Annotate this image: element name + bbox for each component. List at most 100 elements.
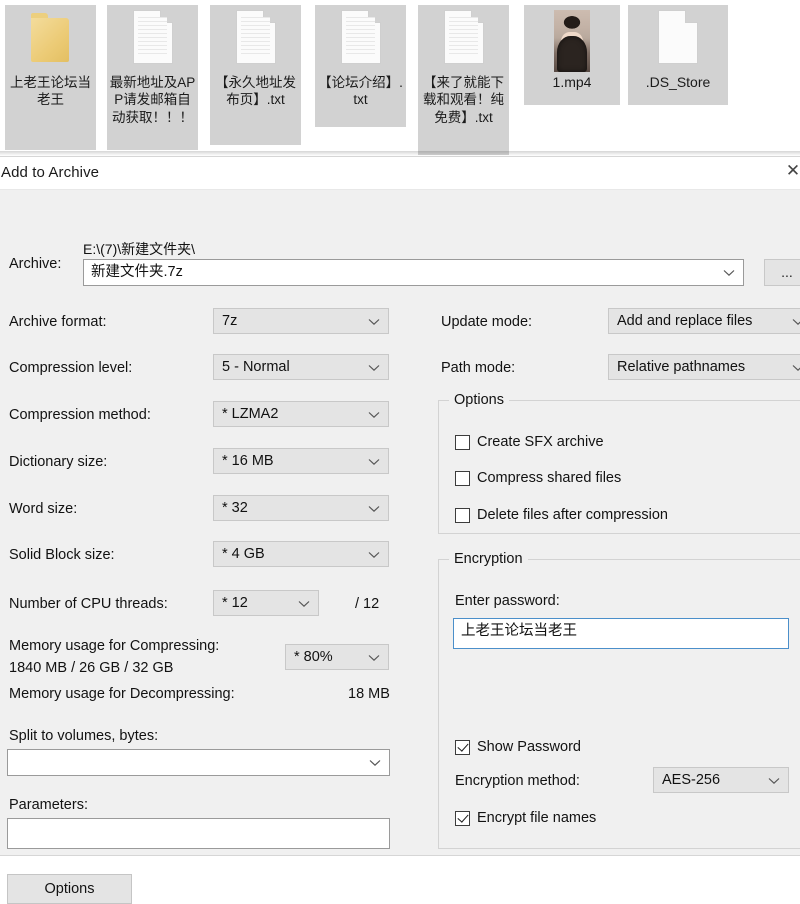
chevron-down-icon	[368, 645, 380, 669]
encryption-method-label: Encryption method:	[455, 773, 580, 789]
word-size-label: Word size:	[9, 501, 78, 517]
path-mode-value: Relative pathnames	[617, 359, 746, 375]
checkbox-label: Delete files after compression	[477, 507, 668, 523]
archive-name-combobox[interactable]: 新建文件夹.7z	[83, 259, 744, 286]
dictionary-size-combobox[interactable]: * 16 MB	[213, 448, 389, 474]
file-icon-wrap	[418, 5, 509, 73]
archive-name-value: 新建文件夹.7z	[91, 264, 183, 280]
file-icon-wrap	[210, 5, 301, 73]
file-label: 最新地址及APP请发邮箱自动获取！！！	[109, 75, 196, 125]
text-document-icon	[443, 10, 484, 64]
file-tile[interactable]: 上老王论坛当老王	[5, 5, 96, 150]
explorer-file-strip: 上老王论坛当老王 最新地址及APP请发邮箱自动获取！！！ 【永久地址发布页】.t…	[0, 0, 800, 160]
encryption-method-combobox[interactable]: AES-256	[653, 767, 789, 793]
file-icon-wrap	[315, 5, 406, 73]
cpu-threads-label: Number of CPU threads:	[9, 596, 168, 612]
password-value: 上老王论坛当老王	[461, 623, 577, 639]
options-button[interactable]: Options	[7, 874, 132, 904]
checkbox-box	[455, 739, 470, 755]
cpu-threads-max: / 12	[355, 596, 380, 612]
file-label: 1.mp4	[552, 74, 592, 90]
dictionary-size-value: * 16 MB	[222, 453, 274, 469]
archive-format-label: Archive format:	[9, 314, 107, 330]
memory-compress-label: Memory usage for Compressing:	[9, 638, 220, 654]
enter-password-label: Enter password:	[455, 593, 560, 609]
update-mode-combobox[interactable]: Add and replace files	[608, 308, 800, 334]
cpu-threads-combobox[interactable]: * 12	[213, 590, 319, 616]
options-group-title: Options	[449, 392, 509, 408]
video-thumbnail-icon	[554, 10, 590, 72]
file-tile[interactable]: 1.mp4	[524, 5, 620, 105]
parameters-input[interactable]	[7, 818, 390, 849]
blank-document-icon	[658, 10, 698, 64]
chevron-down-icon	[368, 309, 380, 333]
close-icon[interactable]: ✕	[781, 159, 800, 183]
password-input[interactable]: 上老王论坛当老王	[453, 618, 789, 649]
file-label: 【论坛介绍】.txt	[318, 75, 403, 108]
file-label: 上老王论坛当老王	[10, 75, 91, 108]
file-tile[interactable]: 【永久地址发布页】.txt	[210, 5, 301, 145]
chevron-down-icon	[768, 768, 780, 792]
checkbox-label: Compress shared files	[477, 470, 622, 486]
text-document-icon	[340, 10, 381, 64]
memory-usage-combobox[interactable]: * 80%	[285, 644, 389, 670]
word-size-combobox[interactable]: * 32	[213, 495, 389, 521]
solid-block-size-label: Solid Block size:	[9, 547, 115, 563]
chevron-down-icon	[368, 542, 380, 566]
cpu-threads-value: * 12	[222, 595, 248, 611]
solid-block-size-combobox[interactable]: * 4 GB	[213, 541, 389, 567]
compression-level-label: Compression level:	[9, 360, 133, 376]
file-tile[interactable]: .DS_Store	[628, 5, 728, 105]
split-volumes-combobox[interactable]	[7, 749, 390, 776]
path-mode-combobox[interactable]: Relative pathnames	[608, 354, 800, 380]
file-icon-wrap	[5, 5, 96, 73]
checkbox-box	[455, 507, 470, 523]
memory-decompress-value: 18 MB	[348, 686, 390, 702]
dialog-titlebar: Add to Archive ✕	[0, 157, 800, 190]
memory-usage-value: * 80%	[294, 649, 333, 665]
word-size-value: * 32	[222, 500, 248, 516]
checkbox-box	[455, 470, 470, 486]
file-tile[interactable]: 【论坛介绍】.txt	[315, 5, 406, 127]
chevron-down-icon	[723, 260, 735, 284]
encryption-method-value: AES-256	[662, 772, 721, 788]
archive-format-combobox[interactable]: 7z	[213, 308, 389, 334]
chevron-down-icon	[792, 355, 800, 379]
text-document-icon	[132, 10, 173, 64]
memory-decompress-label: Memory usage for Decompressing:	[9, 686, 235, 702]
text-document-icon	[235, 10, 276, 64]
checkbox-label: Show Password	[477, 739, 581, 755]
encryption-group-title: Encryption	[449, 551, 528, 567]
file-tile[interactable]: 【来了就能下载和观看！纯免费】.txt	[418, 5, 509, 155]
checkbox-create-sfx-archive[interactable]: Create SFX archive	[455, 434, 604, 450]
checkbox-compress-shared-files[interactable]: Compress shared files	[455, 470, 621, 486]
browse-button[interactable]: ...	[764, 259, 800, 286]
folder-icon	[30, 10, 71, 62]
solid-block-size-value: * 4 GB	[222, 546, 265, 562]
add-to-archive-dialog: Add to Archive ✕ Archive: E:\(7)\新建文件夹\ …	[0, 156, 800, 904]
checkbox-delete-files-after-compression[interactable]: Delete files after compression	[455, 507, 668, 523]
archive-format-value: 7z	[222, 313, 238, 329]
file-icon-wrap	[107, 5, 198, 73]
compression-level-value: 5 - Normal	[222, 359, 290, 375]
compression-method-combobox[interactable]: * LZMA2	[213, 401, 389, 427]
dialog-title: Add to Archive	[1, 164, 100, 181]
compression-method-label: Compression method:	[9, 407, 151, 423]
chevron-down-icon	[368, 355, 380, 379]
compression-level-combobox[interactable]: 5 - Normal	[213, 354, 389, 380]
update-mode-label: Update mode:	[441, 314, 533, 330]
chevron-down-icon	[369, 750, 381, 774]
checkbox-encrypt-file-names[interactable]: Encrypt file names	[455, 810, 596, 826]
split-volumes-label: Split to volumes, bytes:	[9, 728, 159, 744]
chevron-down-icon	[368, 402, 380, 426]
checkbox-box	[455, 434, 470, 450]
file-icon-wrap	[524, 5, 620, 73]
path-mode-label: Path mode:	[441, 360, 516, 376]
archive-path-text: E:\(7)\新建文件夹\	[83, 241, 196, 257]
checkbox-show-password[interactable]: Show Password	[455, 739, 581, 755]
file-label: .DS_Store	[645, 74, 711, 90]
file-tile[interactable]: 最新地址及APP请发邮箱自动获取！！！	[107, 5, 198, 150]
checkbox-label: Encrypt file names	[477, 810, 597, 826]
compression-method-value: * LZMA2	[222, 406, 279, 422]
parameters-label: Parameters:	[9, 797, 88, 813]
